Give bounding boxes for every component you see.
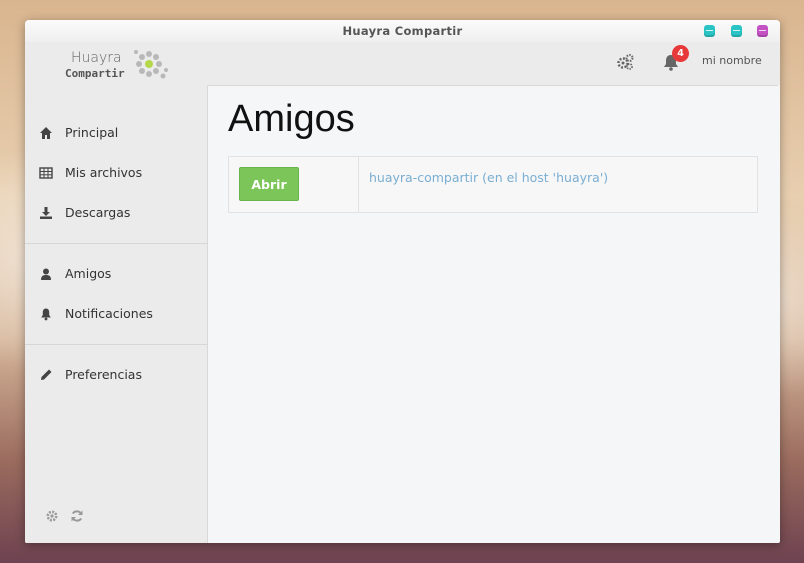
open-button[interactable]: Abrir	[239, 167, 299, 201]
user-icon	[41, 268, 51, 280]
flower-icon	[134, 50, 168, 79]
table-icon	[39, 167, 53, 179]
titlebar[interactable]: Huayra Compartir	[25, 20, 780, 43]
sidebar-divider	[25, 243, 207, 244]
friend-host-link[interactable]: huayra-compartir (en el host 'huayra')	[369, 170, 608, 185]
page-title: Amigos	[228, 98, 355, 140]
sidebar: Principal Mis archivos Descargas Amigos …	[25, 85, 208, 543]
main-content: Amigos Abrir huayra-compartir (en el hos…	[208, 85, 778, 543]
sidebar-item-label: Amigos	[65, 266, 112, 281]
friends-table: Abrir huayra-compartir (en el host 'huay…	[228, 156, 758, 213]
maximize-button[interactable]	[731, 25, 742, 37]
close-button[interactable]	[757, 25, 768, 37]
table-row: Abrir	[229, 157, 359, 212]
notification-count-badge[interactable]: 4	[672, 45, 689, 62]
app-window: Huayra Compartir Huayra Compartir 4 mi n…	[25, 20, 780, 543]
minimize-button[interactable]	[704, 25, 715, 37]
sidebar-item-label: Notificaciones	[65, 306, 153, 321]
gears-icon[interactable]	[615, 52, 635, 72]
user-name[interactable]: mi nombre	[702, 54, 762, 67]
sidebar-item-label: Preferencias	[65, 367, 142, 382]
sidebar-item-label: Descargas	[65, 205, 131, 220]
sidebar-item-descargas[interactable]: Descargas	[25, 195, 207, 231]
sidebar-item-label: Principal	[65, 125, 119, 140]
refresh-icon[interactable]	[70, 509, 84, 523]
gear-icon[interactable]	[45, 509, 59, 523]
sidebar-item-label: Mis archivos	[65, 165, 143, 180]
logo-line2: Compartir	[65, 67, 125, 80]
home-icon	[40, 127, 52, 139]
top-bar: Huayra Compartir 4 mi nombre	[25, 42, 780, 85]
sidebar-item-preferencias[interactable]: Preferencias	[25, 357, 207, 393]
download-icon	[40, 207, 52, 219]
bell-icon	[41, 308, 51, 321]
pencil-icon	[41, 369, 52, 380]
sidebar-item-notificaciones[interactable]: Notificaciones	[25, 296, 207, 332]
app-logo: Huayra Compartir	[65, 46, 175, 84]
logo-line1: Huayra	[71, 50, 122, 66]
sidebar-item-mis-archivos[interactable]: Mis archivos	[25, 155, 207, 191]
sidebar-item-principal[interactable]: Principal	[25, 115, 207, 151]
sidebar-item-amigos[interactable]: Amigos	[25, 256, 207, 292]
sidebar-divider	[25, 344, 207, 345]
window-title: Huayra Compartir	[342, 24, 463, 38]
